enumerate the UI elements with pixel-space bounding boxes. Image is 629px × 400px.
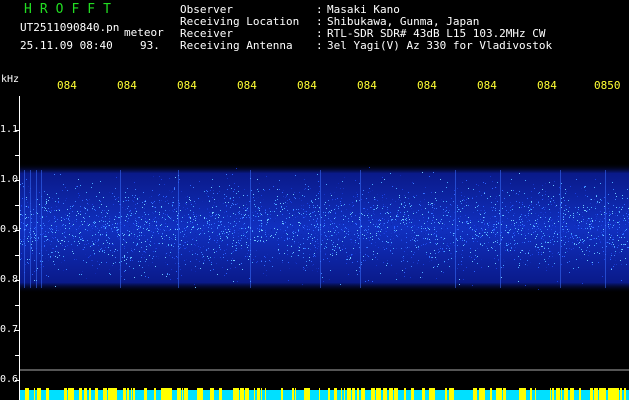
signal-streak [250, 170, 251, 288]
freq-tick-label: 1.0 [0, 174, 19, 185]
time-tick: 084 [237, 79, 257, 92]
app-title: HROFFT [24, 2, 119, 17]
header-value: 93. [140, 39, 160, 52]
signal-streak [320, 170, 321, 288]
signal-streak [24, 170, 25, 288]
time-tick: 0850 [594, 79, 621, 92]
info-value-antenna: 3el Yagi(V) Az 330 for Vladivostok [327, 39, 553, 52]
signal-streak [605, 170, 606, 288]
type-label: meteor [124, 26, 164, 39]
datetime-label: 25.11.09 08:40 [20, 39, 113, 52]
signal-streak [455, 170, 456, 288]
freq-tick-label: 0.7 [0, 324, 19, 335]
time-tick: 084 [117, 79, 137, 92]
time-tick: 084 [57, 79, 77, 92]
signal-streak [30, 170, 31, 288]
spectrogram [15, 96, 629, 400]
freq-tick-label: 1.1 [0, 124, 19, 135]
info-label-antenna: Receiving Antenna [180, 39, 293, 52]
time-axis: 084 084 084 084 084 084 084 084 084 0850 [0, 79, 629, 93]
time-tick: 084 [477, 79, 497, 92]
freq-tick-label: 0.8 [0, 274, 19, 285]
signal-streak [41, 170, 42, 288]
signal-streak [120, 170, 121, 288]
time-tick: 084 [177, 79, 197, 92]
time-tick: 084 [357, 79, 377, 92]
time-tick: 084 [537, 79, 557, 92]
signal-streak [560, 170, 561, 288]
signal-streak [500, 170, 501, 288]
signal-streak [178, 170, 179, 288]
freq-tick-label: 0.9 [0, 224, 19, 235]
signal-streak [360, 170, 361, 288]
time-tick: 084 [297, 79, 317, 92]
info-sep: : [316, 39, 323, 52]
freq-tick-label: 0.6 [0, 374, 19, 385]
signal-streak [36, 170, 37, 288]
filename-label: UT2511090840.pn [20, 21, 120, 34]
time-tick: 084 [417, 79, 437, 92]
